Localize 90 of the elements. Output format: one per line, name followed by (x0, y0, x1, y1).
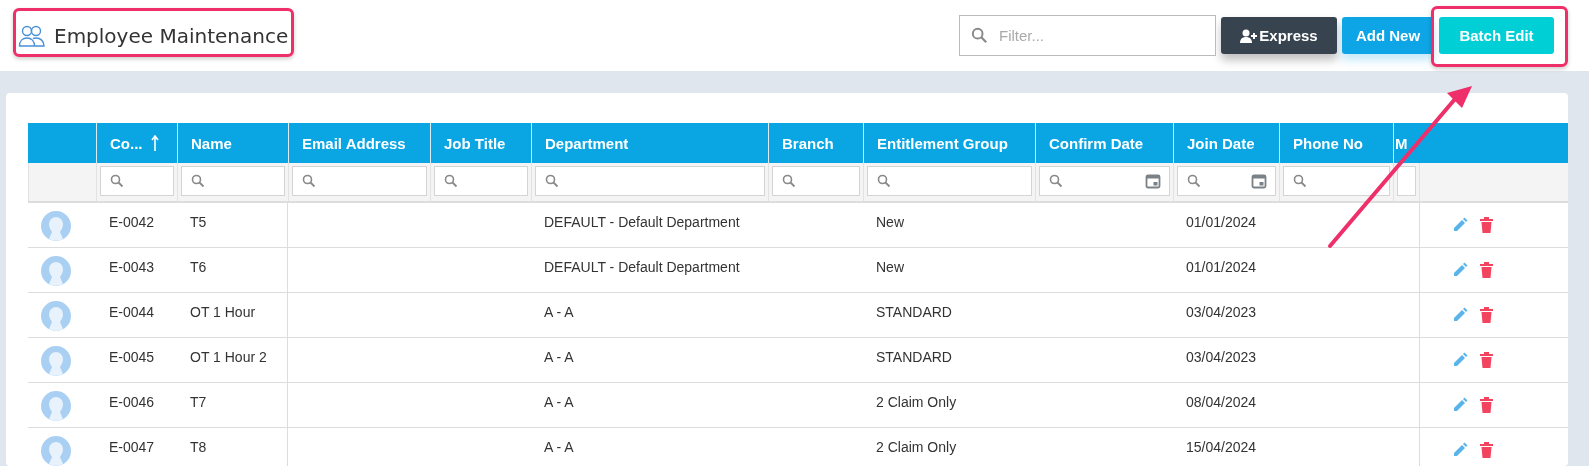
search-icon (1049, 174, 1063, 188)
table-cell: DEFAULT - Default Department (544, 214, 740, 230)
column-header[interactable]: Join Date (1187, 134, 1255, 152)
sort-ascending-icon[interactable] (150, 135, 159, 151)
express-button[interactable]: Express (1221, 17, 1337, 54)
table-cell: 01/01/2024 (1186, 214, 1257, 230)
table-cell: STANDARD (876, 304, 952, 320)
table-cell: T8 (190, 439, 207, 455)
delete-icon[interactable] (1480, 262, 1493, 278)
column-filter-field[interactable] (1039, 166, 1170, 196)
column-header[interactable]: Confirm Date (1049, 134, 1144, 152)
column-header[interactable]: Job Title (444, 134, 506, 152)
avatar-icon (41, 211, 71, 241)
search-icon (1293, 174, 1307, 188)
filter-field[interactable]: Filter... (959, 15, 1216, 56)
edit-icon[interactable] (1453, 352, 1468, 367)
column-header[interactable]: M (1395, 134, 1408, 152)
table-cell: 15/04/2024 (1186, 439, 1257, 455)
column-filter-field[interactable] (1397, 166, 1416, 196)
search-icon (971, 27, 988, 44)
table-cell: New (876, 214, 904, 230)
table-cell: T6 (190, 259, 207, 275)
column-header[interactable]: Phone No (1293, 134, 1363, 152)
table-cell: E-0042 (109, 214, 155, 230)
table-cell: 01/01/2024 (1186, 259, 1257, 275)
table-cell: STANDARD (876, 349, 952, 365)
search-icon (1187, 174, 1201, 188)
column-filter-field[interactable] (1283, 166, 1390, 196)
table-cell: T7 (190, 394, 207, 410)
avatar-icon (41, 346, 71, 376)
table-cell: 2 Claim Only (876, 394, 957, 410)
batch-edit-button[interactable]: Batch Edit (1439, 17, 1554, 54)
edit-icon[interactable] (1453, 397, 1468, 412)
edit-icon[interactable] (1453, 262, 1468, 277)
add-new-button[interactable]: Add New (1342, 17, 1434, 54)
table-cell: E-0043 (109, 259, 155, 275)
table-cell: A - A (544, 304, 574, 320)
search-icon (191, 174, 205, 188)
edit-icon[interactable] (1453, 442, 1468, 457)
column-header[interactable]: Co... (110, 134, 143, 152)
search-icon (545, 174, 559, 188)
column-header[interactable]: Department (545, 134, 629, 152)
avatar-icon (41, 301, 71, 331)
table-cell: E-0045 (109, 349, 155, 365)
column-filter-field[interactable] (867, 166, 1032, 196)
table-cell: E-0047 (109, 439, 155, 455)
avatar-icon (41, 391, 71, 421)
add-user-icon (1240, 28, 1258, 43)
column-header[interactable]: Branch (782, 134, 834, 152)
avatar-icon (41, 256, 71, 286)
table-cell: New (876, 259, 904, 275)
table-cell: T5 (190, 214, 207, 230)
column-filter-field[interactable] (1177, 166, 1276, 196)
table-cell: OT 1 Hour 2 (190, 349, 267, 365)
search-icon (444, 174, 458, 188)
avatar-icon (41, 436, 71, 466)
search-icon (782, 174, 796, 188)
delete-icon[interactable] (1480, 442, 1493, 458)
table-cell: DEFAULT - Default Department (544, 259, 740, 275)
table-cell: A - A (544, 349, 574, 365)
delete-icon[interactable] (1480, 397, 1493, 413)
delete-icon[interactable] (1480, 352, 1493, 368)
table-cell: E-0046 (109, 394, 155, 410)
delete-icon[interactable] (1480, 307, 1493, 323)
column-filter-field[interactable] (434, 166, 528, 196)
column-header[interactable]: Entitlement Group (877, 134, 1008, 152)
edit-icon[interactable] (1453, 217, 1468, 232)
table-cell: 2 Claim Only (876, 439, 957, 455)
delete-icon[interactable] (1480, 217, 1493, 233)
column-filter-field[interactable] (535, 166, 765, 196)
column-filter-field[interactable] (181, 166, 285, 196)
edit-icon[interactable] (1453, 307, 1468, 322)
column-header[interactable]: Name (191, 134, 232, 152)
page-title: Employee Maintenance (54, 23, 289, 48)
search-icon (877, 174, 891, 188)
table-cell: A - A (544, 394, 574, 410)
column-header[interactable]: Email Address (302, 134, 406, 152)
column-filter-field[interactable] (100, 166, 174, 196)
search-icon (302, 174, 316, 188)
table-cell: E-0044 (109, 304, 155, 320)
table-cell: A - A (544, 439, 574, 455)
calendar-icon[interactable] (1251, 173, 1267, 189)
table-cell: 03/04/2023 (1186, 304, 1257, 320)
search-icon (110, 174, 124, 188)
table-cell: 08/04/2024 (1186, 394, 1257, 410)
calendar-icon[interactable] (1145, 173, 1161, 189)
column-filter-field[interactable] (292, 166, 427, 196)
column-filter-field[interactable] (772, 166, 860, 196)
table-cell: 03/04/2023 (1186, 349, 1257, 365)
table-cell: OT 1 Hour (190, 304, 256, 320)
